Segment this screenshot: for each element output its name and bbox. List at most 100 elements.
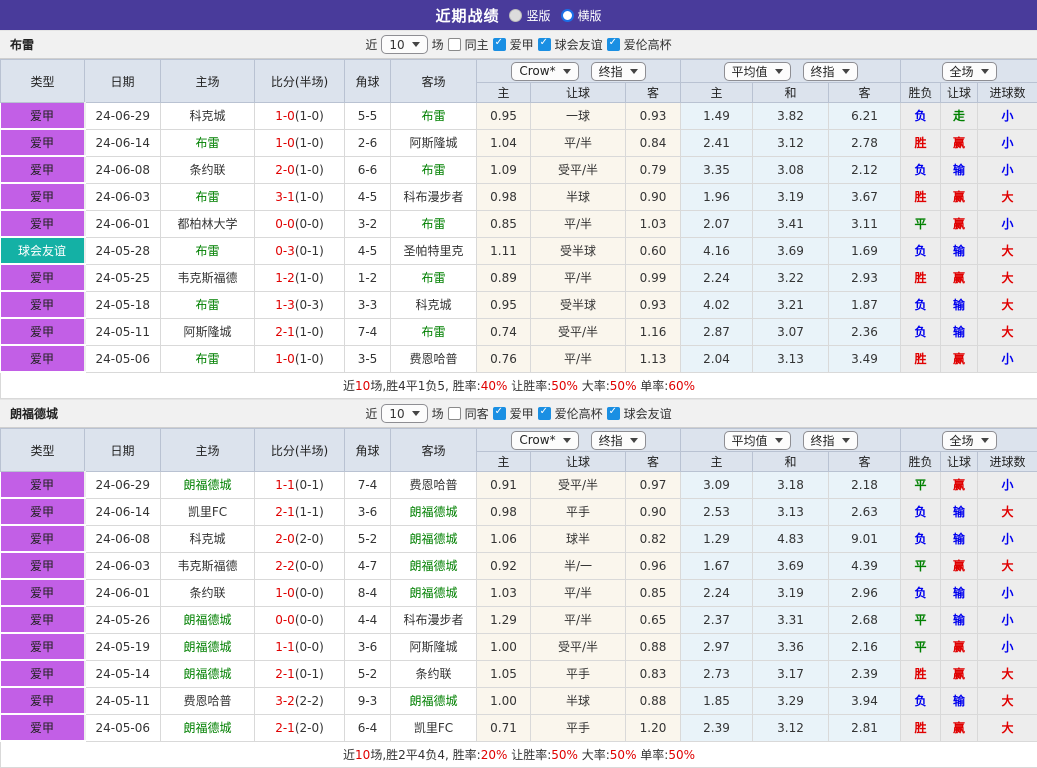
col-avg-home: 主 — [681, 83, 753, 103]
avg-stage-select[interactable]: 终指 — [803, 431, 858, 450]
league-badge: 爱甲 — [1, 714, 85, 741]
handicap-result-cell: 输 — [941, 318, 978, 345]
league-badge: 爱甲 — [1, 291, 85, 318]
scope-select[interactable]: 全场 — [942, 431, 997, 450]
league-checkbox-1[interactable] — [538, 38, 551, 51]
odds-handicap: 一球 — [531, 103, 626, 130]
summary-segment: 让胜率: — [507, 379, 551, 393]
layout-radio-horizontal[interactable]: 横版 — [561, 7, 602, 24]
col-home: 主场 — [161, 60, 255, 103]
score-cell: 0-3(0-1) — [255, 237, 345, 264]
result-cell: 胜 — [901, 183, 941, 210]
result-cell: 负 — [901, 103, 941, 130]
match-row: 爱甲24-05-26朗福德城0-0(0-0)4-4科布漫步者1.29平/半0.6… — [1, 606, 1037, 633]
radio-unchecked-icon[interactable] — [561, 9, 574, 22]
chevron-down-icon — [775, 438, 783, 443]
halftime-score: (0-3) — [295, 298, 324, 312]
avg-away: 2.18 — [829, 472, 901, 499]
matches-table-team1: 类型 日期 主场 比分(半场) 角球 客场 Crow* 终指 平均值 终指 全场 — [0, 59, 1037, 399]
odds-handicap: 球半 — [531, 525, 626, 552]
same-venue-checkbox[interactable] — [448, 407, 461, 420]
score-cell: 3-2(2-2) — [255, 687, 345, 714]
handicap-result-cell: 输 — [941, 606, 978, 633]
same-venue-checkbox[interactable] — [448, 38, 461, 51]
summary-segment: 50% — [610, 748, 637, 762]
halftime-score: (0-0) — [295, 586, 324, 600]
league-badge: 爱甲 — [1, 498, 85, 525]
odds-handicap: 半/一 — [531, 552, 626, 579]
goals-cell: 大 — [978, 318, 1037, 345]
match-date: 24-05-11 — [85, 318, 161, 345]
league-checkbox-2[interactable] — [607, 38, 620, 51]
summary-segment: 10 — [355, 379, 370, 393]
handicap-result-cell: 输 — [941, 498, 978, 525]
avg-source-select[interactable]: 平均值 — [724, 62, 791, 81]
summary-segment: 场,胜4平1负5, 胜率: — [370, 379, 480, 393]
radio-checked-icon[interactable] — [509, 9, 522, 22]
odds-handicap: 平/半 — [531, 129, 626, 156]
avg-away: 2.16 — [829, 633, 901, 660]
col-odds-handicap: 让球 — [531, 452, 626, 472]
avg-draw: 3.07 — [753, 318, 829, 345]
home-team: 布雷 — [161, 345, 255, 372]
avg-home: 1.85 — [681, 687, 753, 714]
league-checkbox-2[interactable] — [607, 407, 620, 420]
score-cell: 1-0(0-0) — [255, 579, 345, 606]
scope-select[interactable]: 全场 — [942, 62, 997, 81]
match-count-select[interactable]: 10 — [381, 35, 427, 54]
col-odds-away: 客 — [626, 452, 681, 472]
layout-radio-vertical[interactable]: 竖版 — [509, 7, 550, 24]
match-count-select[interactable]: 10 — [381, 404, 427, 423]
odds-home: 0.71 — [477, 714, 531, 741]
corner-score: 5-5 — [345, 103, 391, 130]
away-team: 布雷 — [391, 210, 477, 237]
summary-segment: 50% — [551, 748, 578, 762]
match-row: 爱甲24-05-11费恩哈普3-2(2-2)9-3朗福德城1.00半球0.881… — [1, 687, 1037, 714]
avg-source-select[interactable]: 平均值 — [724, 431, 791, 450]
odds-handicap: 受半球 — [531, 237, 626, 264]
avg-draw: 3.19 — [753, 183, 829, 210]
avg-away: 2.68 — [829, 606, 901, 633]
odds-stage-select[interactable]: 终指 — [591, 62, 646, 81]
col-handicap-result: 让球 — [941, 452, 978, 472]
odds-home: 1.00 — [477, 687, 531, 714]
fulltime-score: 1-0 — [275, 352, 295, 366]
away-team: 布雷 — [391, 318, 477, 345]
avg-away: 1.69 — [829, 237, 901, 264]
away-team: 科布漫步者 — [391, 183, 477, 210]
goals-cell: 小 — [978, 129, 1037, 156]
odds-handicap: 平/半 — [531, 606, 626, 633]
avg-draw: 3.13 — [753, 498, 829, 525]
home-team: 朗福德城 — [161, 472, 255, 499]
handicap-result-cell: 输 — [941, 156, 978, 183]
section-header-team2: 朗福德城 近 10 场 同客 爱甲 爱伦高杯 球会友谊 — [0, 399, 1037, 428]
odds-source-select[interactable]: Crow* — [511, 431, 578, 450]
avg-home: 2.07 — [681, 210, 753, 237]
league-badge: 爱甲 — [1, 633, 85, 660]
halftime-score: (0-0) — [295, 613, 324, 627]
away-team: 条约联 — [391, 660, 477, 687]
summary-line: 近10场,胜2平4负4, 胜率:20% 让胜率:50% 大率:50% 单率:50… — [1, 741, 1037, 768]
league-checkbox-0[interactable] — [493, 407, 506, 420]
odds-stage-select[interactable]: 终指 — [591, 431, 646, 450]
corner-score: 4-5 — [345, 183, 391, 210]
filter-bar: 近 10 场 同客 爱甲 爱伦高杯 球会友谊 — [365, 404, 671, 423]
odds-away: 1.03 — [626, 210, 681, 237]
match-row: 爱甲24-06-14凯里FC2-1(1-1)3-6朗福德城0.98平手0.902… — [1, 498, 1037, 525]
league-label-2: 爱伦高杯 — [624, 36, 672, 53]
league-checkbox-1[interactable] — [538, 407, 551, 420]
league-checkbox-0[interactable] — [493, 38, 506, 51]
corner-score: 2-6 — [345, 129, 391, 156]
odds-home: 1.06 — [477, 525, 531, 552]
avg-away: 9.01 — [829, 525, 901, 552]
avg-stage-select[interactable]: 终指 — [803, 62, 858, 81]
odds-source-select[interactable]: Crow* — [511, 62, 578, 81]
score-cell: 0-0(0-0) — [255, 606, 345, 633]
avg-draw: 4.83 — [753, 525, 829, 552]
col-odds-handicap: 让球 — [531, 83, 626, 103]
col-date: 日期 — [85, 429, 161, 472]
score-cell: 1-0(1-0) — [255, 129, 345, 156]
chevron-down-icon — [981, 438, 989, 443]
filter-bar: 近 10 场 同主 爱甲 球会友谊 爱伦高杯 — [365, 35, 671, 54]
same-venue-label: 同客 — [465, 405, 489, 422]
